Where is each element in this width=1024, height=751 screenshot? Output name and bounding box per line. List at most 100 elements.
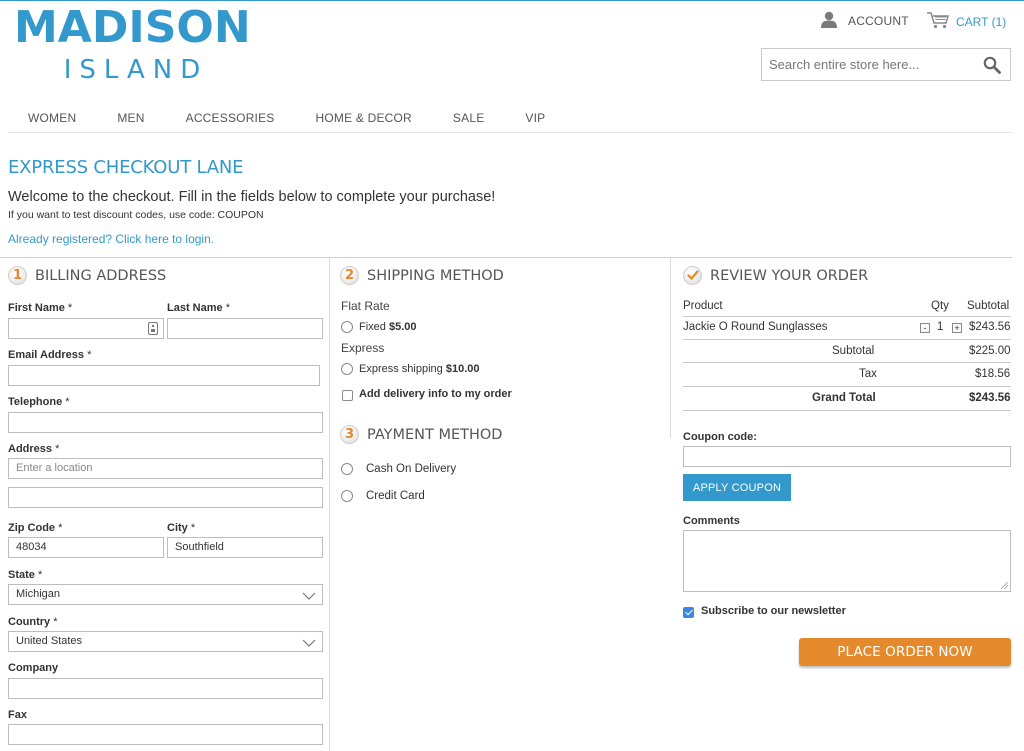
shipping-radio-express[interactable] [341, 363, 353, 375]
first-name-field[interactable] [8, 318, 164, 339]
state-value: Michigan [16, 588, 60, 600]
nav-men[interactable]: MEN [117, 109, 144, 129]
zip-label: Zip Code * [8, 522, 62, 534]
city-field[interactable]: Southfield [167, 537, 323, 558]
country-value: United States [16, 635, 82, 647]
payment-radio-credit-card[interactable] [341, 490, 353, 502]
column-divider-1 [329, 258, 330, 751]
coupon-field[interactable] [683, 446, 1011, 467]
account-label: ACCOUNT [848, 14, 909, 28]
comments-label: Comments [683, 515, 740, 527]
user-icon [820, 11, 838, 31]
place-order-button[interactable]: PLACE ORDER NOW [799, 638, 1011, 666]
state-label: State * [8, 569, 42, 581]
last-name-label: Last Name * [167, 302, 230, 314]
nav-accessories[interactable]: ACCESSORIES [186, 109, 275, 129]
step-3-icon: 3 [340, 425, 359, 444]
nav-women[interactable]: WOMEN [28, 109, 76, 129]
city-label: City * [167, 522, 195, 534]
address-line-2-field[interactable] [8, 487, 323, 508]
country-select[interactable]: United States [8, 631, 323, 652]
account-link[interactable]: ACCOUNT [820, 11, 909, 31]
delivery-info-label: Add delivery info to my order [359, 388, 512, 400]
table-divider [683, 339, 1011, 340]
cart-icon [926, 11, 950, 32]
payment-option-credit-card: Credit Card [366, 490, 425, 502]
item-subtotal: $243.56 [969, 321, 1011, 333]
logo-line-1: MADISON [14, 3, 250, 53]
coupon-label: Coupon code: [683, 431, 757, 443]
chevron-down-icon [302, 589, 316, 608]
grand-total-label: Grand Total [812, 392, 876, 404]
step-2-icon: 2 [340, 266, 359, 285]
company-field[interactable] [8, 678, 323, 699]
divider [0, 257, 1012, 258]
welcome-text: Welcome to the checkout. Fill in the fie… [8, 189, 495, 205]
resize-handle-icon[interactable] [1001, 582, 1008, 589]
main-nav: WOMEN MEN ACCESSORIES HOME & DECOR SALE … [8, 109, 1011, 133]
telephone-label: Telephone * [8, 396, 70, 408]
step-1-icon: 1 [8, 266, 27, 285]
grand-total-value: $243.56 [969, 392, 1011, 404]
site-logo[interactable]: MADISON ISLAND [14, 3, 250, 87]
payment-option-cod: Cash On Delivery [366, 463, 456, 475]
subtotal-value: $225.00 [969, 345, 1011, 357]
table-divider [683, 362, 1011, 363]
table-divider [683, 410, 1011, 411]
newsletter-checkbox[interactable] [683, 607, 694, 618]
state-select[interactable]: Michigan [8, 584, 323, 605]
shipping-group-flat-rate: Flat Rate [341, 299, 390, 313]
fax-field[interactable] [8, 724, 323, 745]
search-input[interactable] [762, 49, 977, 80]
delivery-info-checkbox[interactable] [342, 390, 353, 401]
table-divider [683, 386, 1011, 387]
cart-label: CART (1) [956, 15, 1006, 29]
review-heading: REVIEW YOUR ORDER [683, 266, 868, 285]
shipping-heading: 2 SHIPPING METHOD [340, 266, 504, 285]
subtotal-label: Subtotal [832, 345, 874, 357]
comments-field[interactable] [683, 530, 1011, 592]
search-icon[interactable] [983, 56, 1001, 77]
search-box [761, 48, 1011, 81]
col-qty: Qty [931, 300, 949, 312]
table-divider [683, 316, 1011, 317]
shipping-heading-text: SHIPPING METHOD [367, 268, 504, 284]
logo-line-2: ISLAND [22, 53, 250, 87]
company-label: Company [8, 662, 58, 674]
address-field[interactable]: Enter a location [8, 458, 323, 479]
col-product: Product [683, 300, 723, 312]
contact-card-icon[interactable] [148, 322, 158, 335]
shipping-radio-fixed[interactable] [341, 321, 353, 333]
tax-label: Tax [859, 368, 877, 380]
shipping-group-express: Express [341, 341, 384, 355]
nav-vip[interactable]: VIP [525, 109, 545, 129]
chevron-down-icon [302, 636, 316, 655]
col-subtotal: Subtotal [967, 300, 1009, 312]
column-divider-2 [670, 258, 671, 438]
payment-heading-text: PAYMENT METHOD [367, 427, 502, 443]
tax-value: $18.56 [975, 368, 1010, 380]
shipping-option-fixed: Fixed $5.00 [359, 321, 417, 333]
login-link[interactable]: Already registered? Click here to login. [8, 232, 214, 246]
cart-link[interactable]: CART (1) [926, 11, 1006, 32]
item-qty: 1 [937, 321, 943, 333]
newsletter-label: Subscribe to our newsletter [701, 605, 846, 617]
payment-radio-cod[interactable] [341, 463, 353, 475]
fax-label: Fax [8, 709, 27, 721]
item-name: Jackie O Round Sunglasses [683, 321, 827, 333]
apply-coupon-button[interactable]: APPLY COUPON [683, 474, 791, 501]
qty-decrease-button[interactable]: - [920, 323, 930, 333]
zip-field[interactable]: 48034 [8, 537, 164, 558]
nav-home-decor[interactable]: HOME & DECOR [316, 109, 412, 129]
coupon-hint: If you want to test discount codes, use … [8, 209, 264, 221]
nav-sale[interactable]: SALE [453, 109, 485, 129]
billing-heading: 1 BILLING ADDRESS [8, 266, 166, 285]
qty-increase-button[interactable]: + [952, 323, 962, 333]
review-heading-text: REVIEW YOUR ORDER [710, 268, 868, 284]
last-name-field[interactable] [167, 318, 323, 339]
shipping-option-express: Express shipping $10.00 [359, 363, 480, 375]
email-label: Email Address * [8, 349, 91, 361]
telephone-field[interactable] [8, 412, 323, 433]
first-name-label: First Name * [8, 302, 72, 314]
email-field[interactable] [8, 365, 320, 386]
